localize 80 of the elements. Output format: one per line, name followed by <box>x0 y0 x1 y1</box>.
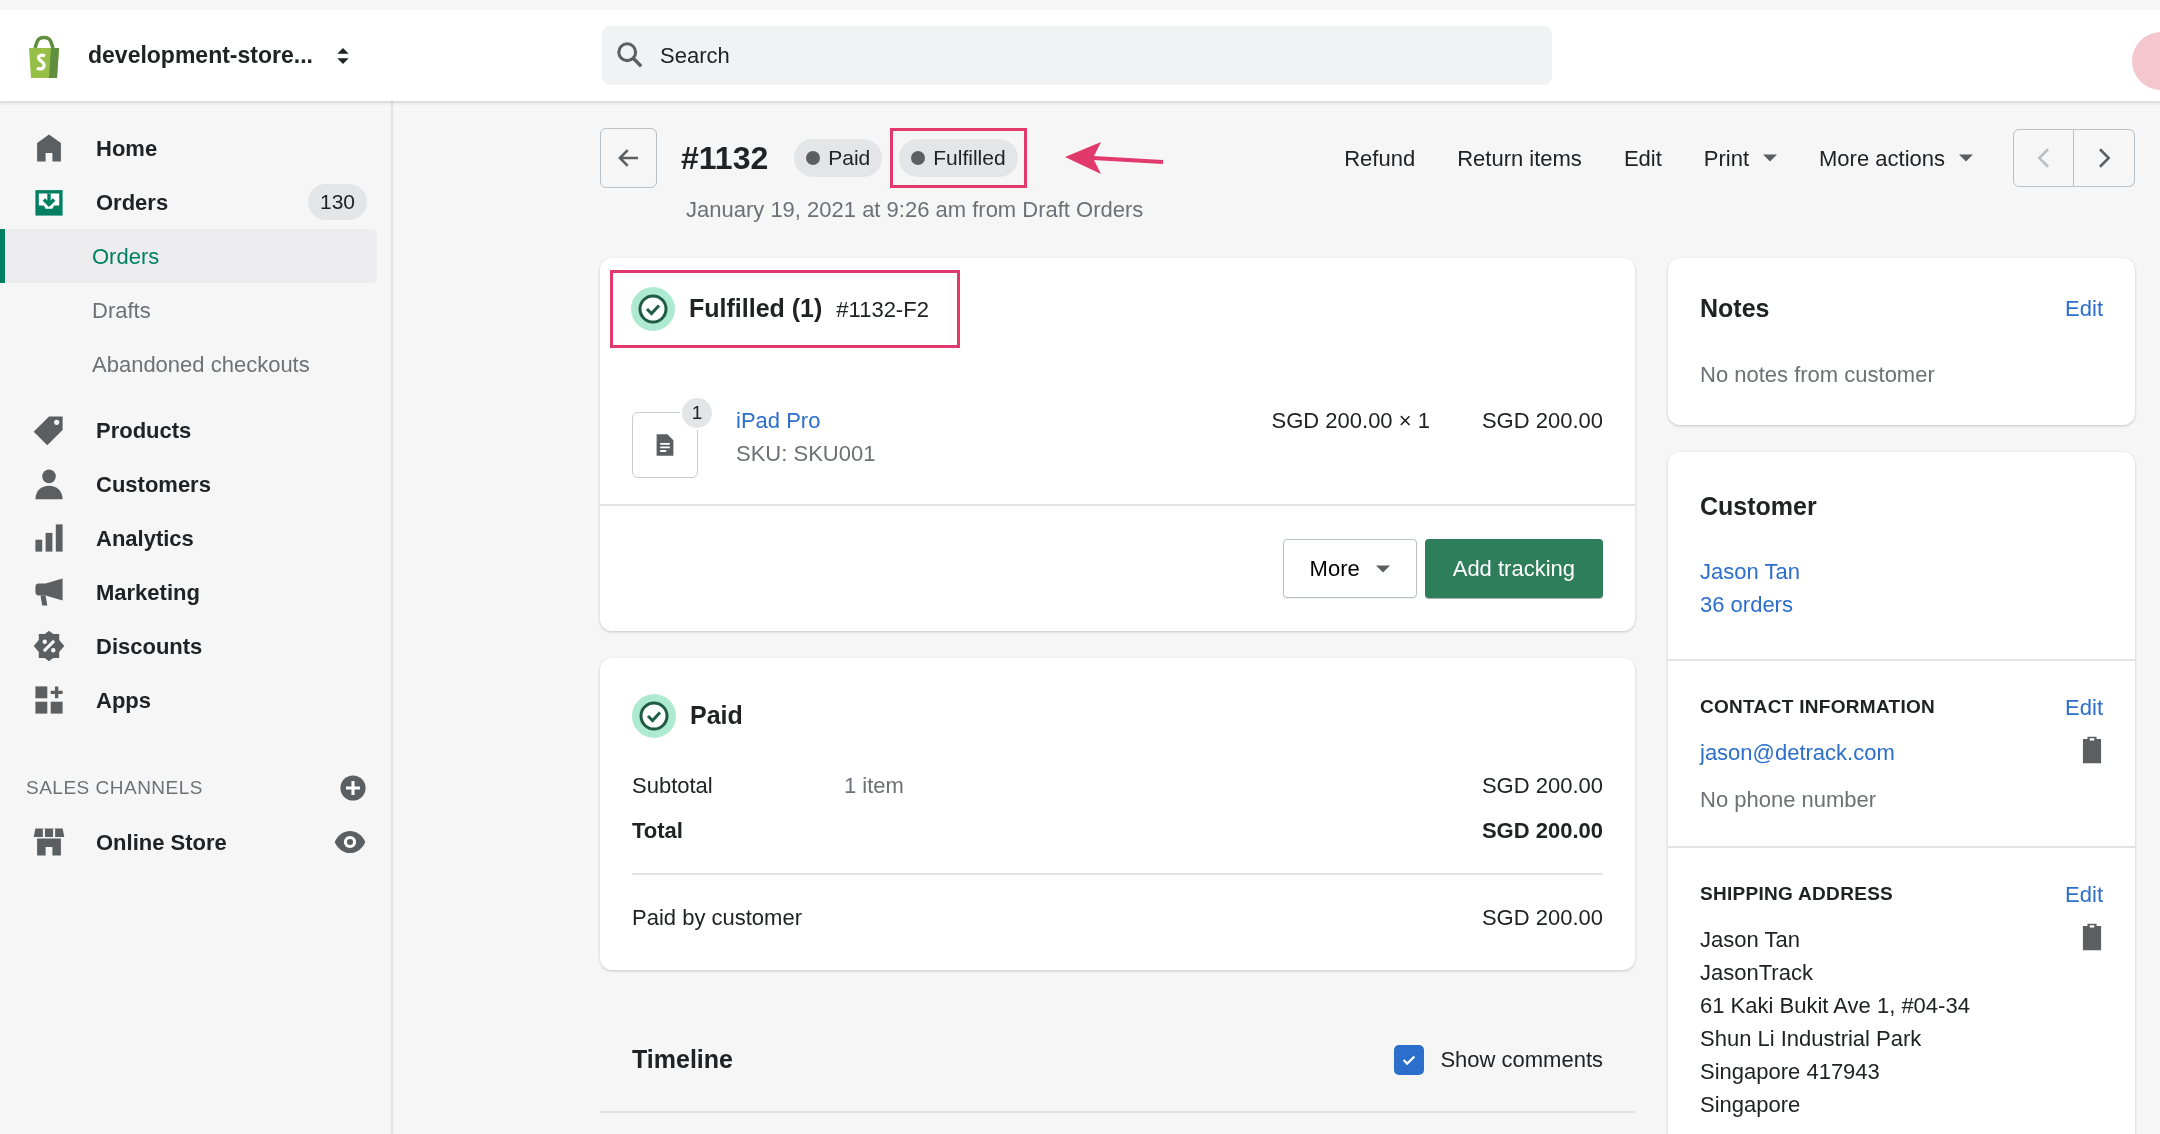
email-link[interactable]: jason@detrack.com <box>1700 736 1895 769</box>
nav-item[interactable]: Products <box>0 403 391 457</box>
nav-item[interactable]: Apps <box>0 673 391 727</box>
nav-item[interactable]: Home <box>0 121 391 175</box>
section-heading: SALES CHANNELS <box>26 775 203 800</box>
tag-icon <box>32 413 66 447</box>
address-line: Singapore 417943 <box>1700 1058 1881 1086</box>
item-count: 1 item <box>844 772 904 800</box>
card-title: Customer <box>1700 490 1818 522</box>
chevron-left-icon <box>2037 148 2050 168</box>
apps-grid-icon <box>32 683 66 717</box>
sku-text: SKU: SKU001 <box>736 440 876 468</box>
amount: SGD 200.00 <box>1481 904 1603 932</box>
address-line: Shun Li Industrial Park <box>1700 1025 1923 1053</box>
status-badge: Paid <box>794 139 883 177</box>
nav-item[interactable]: Discounts <box>0 619 391 673</box>
nav-subitem[interactable]: Drafts <box>0 283 377 337</box>
search-field[interactable]: Search <box>602 26 1552 85</box>
card-title: Notes <box>1700 293 1770 324</box>
status-badge: Fulfilled <box>899 139 1018 177</box>
discount-badge-icon <box>32 629 66 663</box>
bar-chart-icon <box>32 521 66 555</box>
edit-link[interactable]: Edit <box>2065 292 2103 326</box>
count-badge: 130 <box>307 184 367 220</box>
section-heading: SHIPPING ADDRESS <box>1700 882 1894 907</box>
amount: SGD 200.00 <box>1481 817 1603 845</box>
address-line: JasonTrack <box>1700 959 1814 987</box>
action-button[interactable]: Print <box>1689 135 1792 181</box>
caret-icon <box>1763 154 1778 162</box>
line-total: SGD 200.00 <box>1481 407 1603 435</box>
nav-item[interactable]: Marketing <box>0 565 391 619</box>
nav-item[interactable]: Online Store <box>0 815 391 869</box>
notes-text: No notes from customer <box>1700 360 1936 389</box>
chevron-right-icon <box>2098 148 2110 168</box>
caret-icon <box>1375 564 1390 573</box>
amount: SGD 200.00 <box>1481 772 1603 800</box>
check-circle-icon <box>631 287 675 331</box>
add-icon[interactable] <box>339 774 367 802</box>
card-title: Paid <box>690 700 743 732</box>
address-line: Jason Tan <box>1700 926 1801 954</box>
unit-price: SGD 200.00 × 1 <box>1271 407 1430 435</box>
phone-text: No phone number <box>1700 786 1878 814</box>
nav-subitem[interactable]: Orders <box>0 229 377 283</box>
section-heading: CONTACT INFORMATION <box>1700 695 1936 720</box>
address-line: Singapore <box>1700 1091 1802 1119</box>
product-link[interactable]: iPad Pro <box>736 404 876 437</box>
megaphone-icon <box>32 575 66 609</box>
card-title: Fulfilled (1) <box>689 293 823 325</box>
customer-link[interactable]: Jason Tan <box>1700 555 2103 588</box>
row-label: Total <box>632 817 684 845</box>
address-line: 61 Kaki Bukit Ave 1, #04-34 <box>1700 992 1970 1020</box>
caret-icon <box>1959 154 1973 162</box>
search-icon <box>616 41 644 69</box>
timeline-title: Timeline <box>632 1044 733 1075</box>
order-date: January 19, 2021 at 9:26 am from Draft Orders <box>685 196 1145 224</box>
edit-link[interactable]: Edit <box>2065 878 2103 911</box>
action-button[interactable]: Edit <box>1609 135 1676 181</box>
nav-item[interactable]: Analytics <box>0 511 391 565</box>
quantity-badge: 1 <box>680 396 714 430</box>
action-button[interactable]: Refund <box>1330 135 1430 181</box>
clipboard-icon[interactable] <box>2081 736 2103 764</box>
row-label: Subtotal <box>632 772 714 800</box>
row-label: Paid by customer <box>632 904 803 932</box>
fulfillment-id: #1132-F2 <box>836 295 929 324</box>
more-button[interactable]: More <box>1282 539 1417 598</box>
nav-item[interactable]: Orders 130 <box>0 175 391 229</box>
orders-link[interactable]: 36 orders <box>1700 588 2103 621</box>
back-button[interactable] <box>600 128 657 188</box>
check-circle-icon <box>632 694 676 738</box>
order-number: #1132 <box>681 139 769 178</box>
action-button[interactable]: More actions <box>1805 135 1987 181</box>
store-name[interactable]: development-store... <box>88 38 313 73</box>
clipboard-icon[interactable] <box>2081 923 2103 951</box>
show-comments-checkbox[interactable]: Show comments <box>1394 1043 1603 1077</box>
action-button[interactable]: Return items <box>1443 135 1596 181</box>
edit-link[interactable]: Edit <box>2065 691 2103 724</box>
nav-subitem[interactable]: Abandoned checkouts <box>0 337 377 391</box>
add-tracking-button[interactable]: Add tracking <box>1424 539 1603 598</box>
nav-item[interactable]: Customers <box>0 457 391 511</box>
storefront-icon <box>32 825 66 859</box>
